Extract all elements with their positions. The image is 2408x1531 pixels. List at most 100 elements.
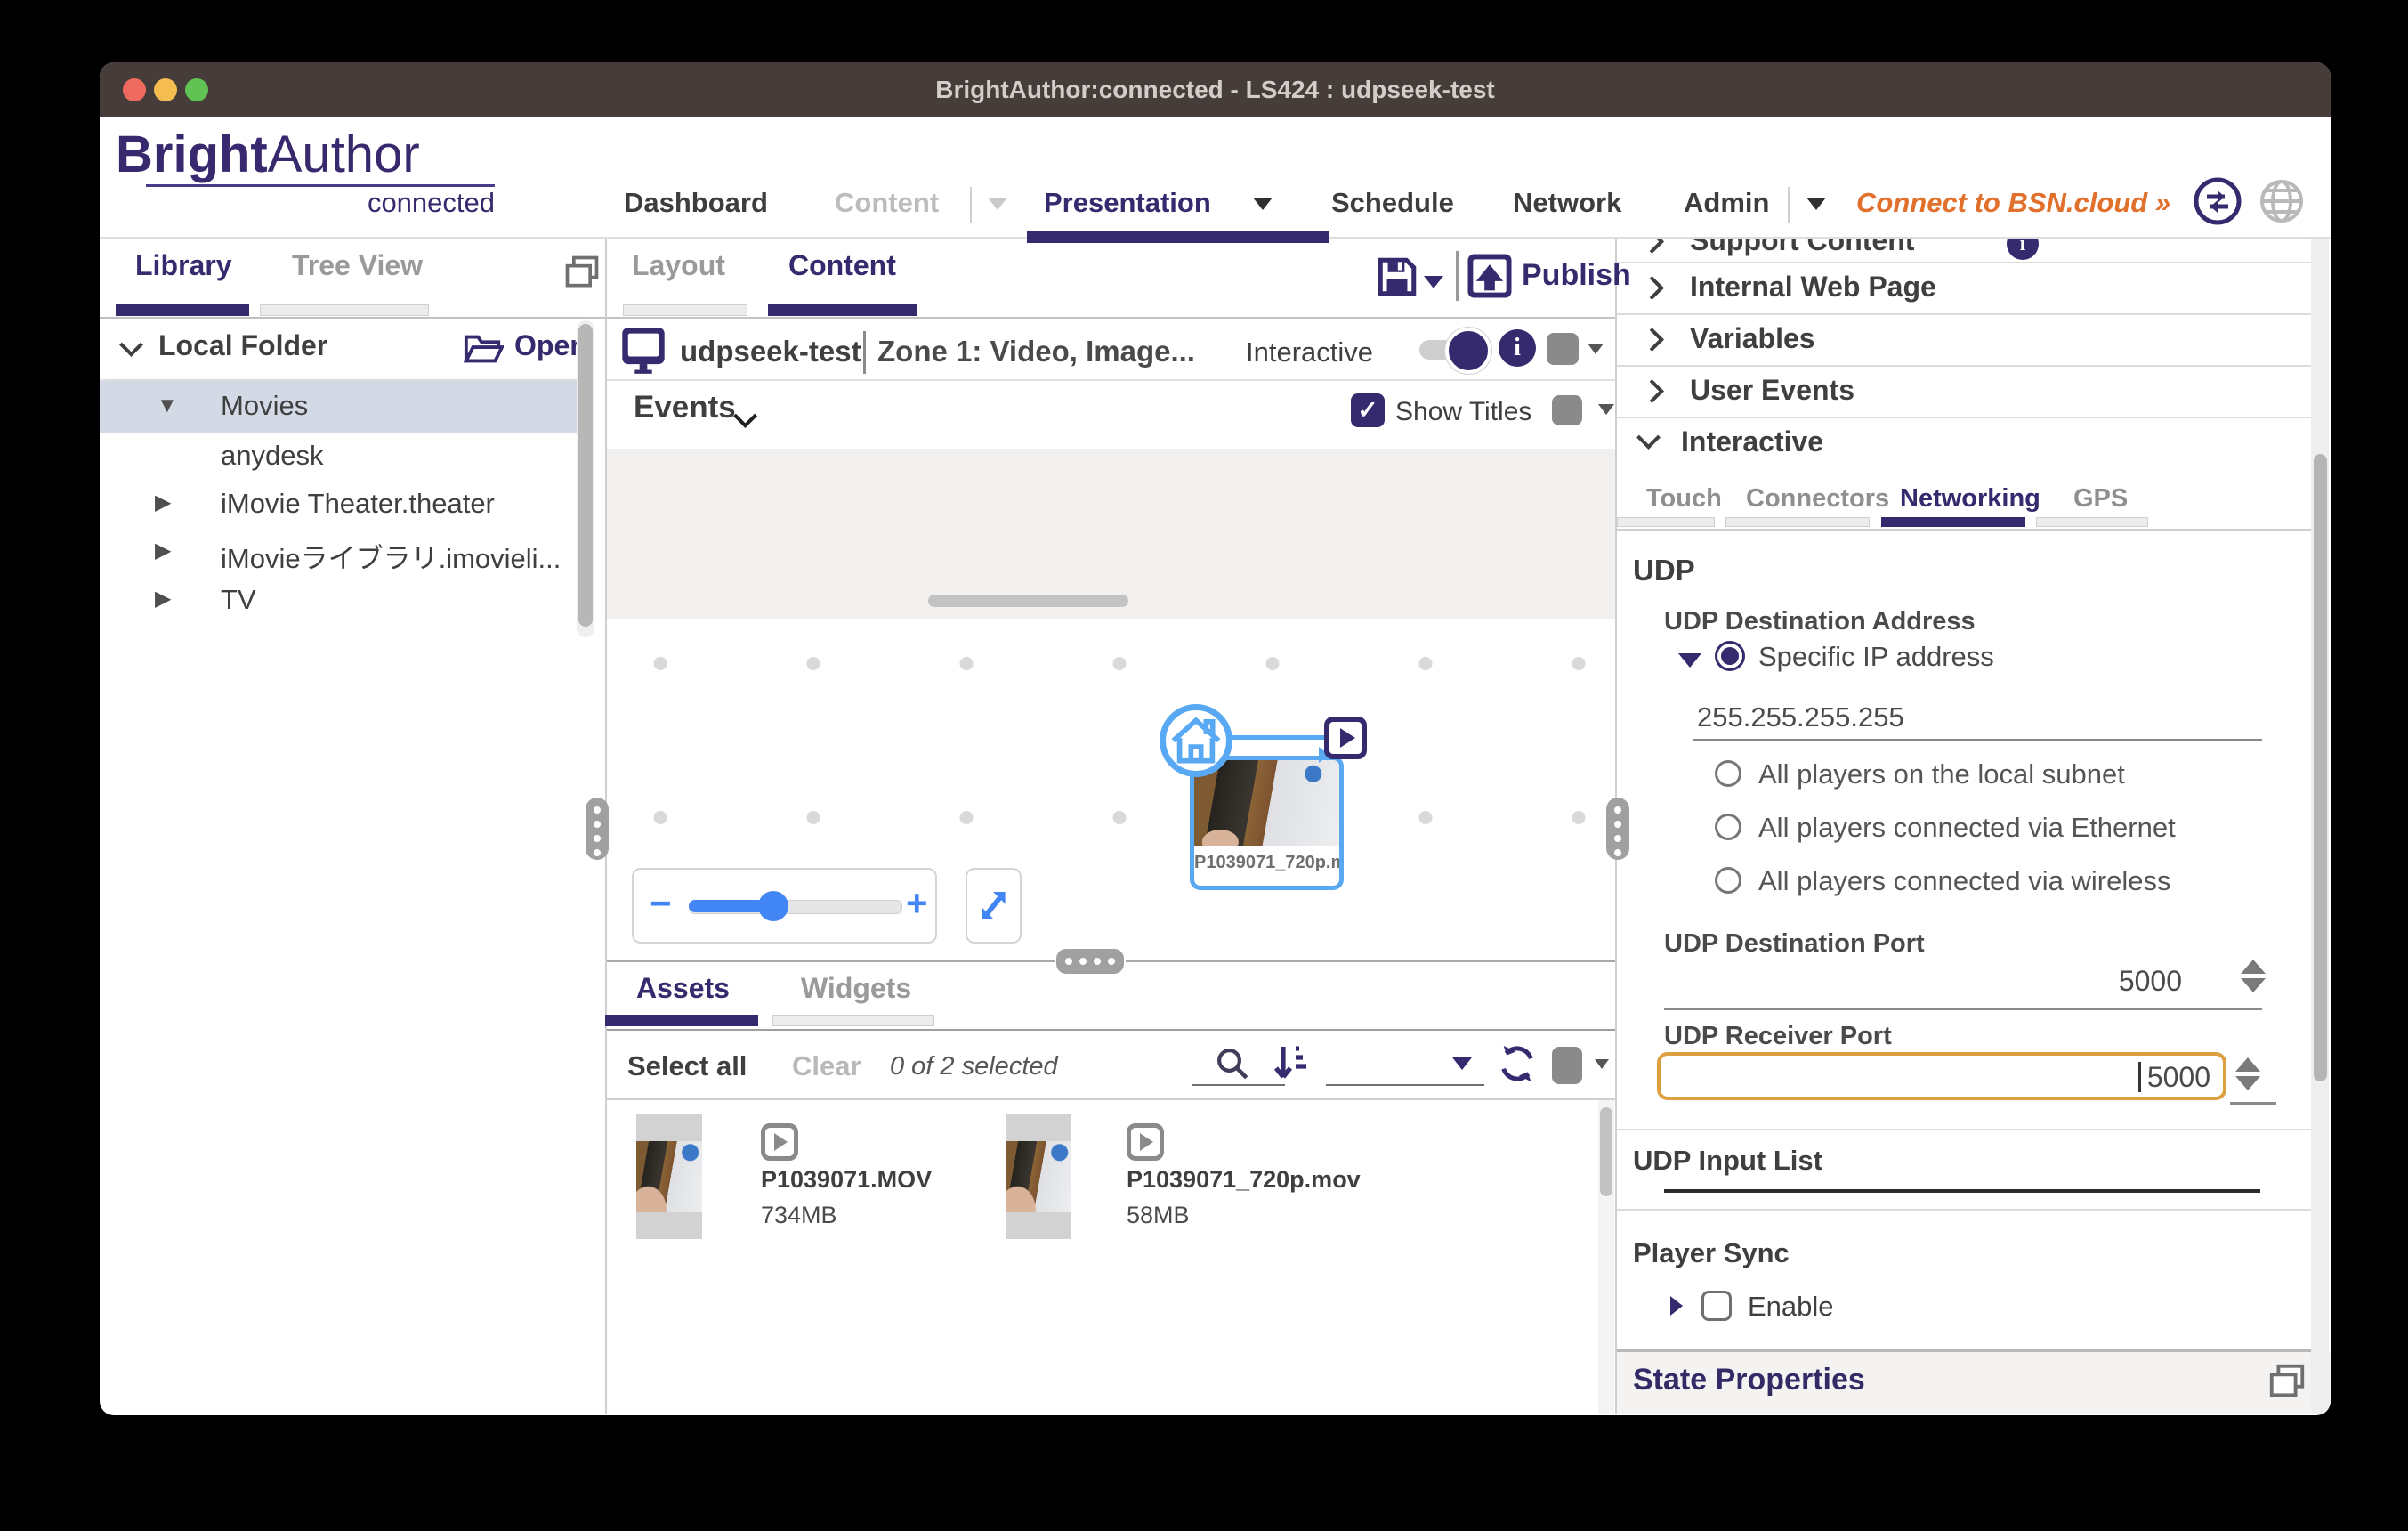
dest-port-stepper[interactable] [2241, 960, 2266, 992]
tree-collapse-icon[interactable]: ▶ [155, 490, 171, 515]
zone-dropdown-icon[interactable] [1588, 344, 1604, 354]
title-bar[interactable]: BrightAuthor:connected - LS424 : udpseek… [100, 62, 2331, 118]
tab-layout[interactable]: Layout [632, 249, 725, 282]
folder-open-icon[interactable] [463, 333, 504, 365]
events-hscrollbar-thumb[interactable] [928, 595, 1128, 607]
select-all-button[interactable]: Select all [627, 1050, 747, 1082]
tab-networking[interactable]: Networking [1900, 484, 2040, 514]
section-support-content[interactable]: Support Content i [1617, 239, 2311, 260]
nav-dashboard[interactable]: Dashboard [624, 182, 768, 224]
state-properties-bar[interactable]: State Properties [1617, 1352, 2331, 1414]
tree-row-imovie-theater[interactable]: ▶ iMovie Theater.theater [100, 481, 586, 529]
nav-schedule[interactable]: Schedule [1331, 182, 1454, 224]
filter-dropdown-icon[interactable] [1452, 1057, 1472, 1070]
search-input-underline[interactable] [1192, 1084, 1285, 1086]
radio-ethernet[interactable] [1715, 814, 1741, 840]
tab-touch[interactable]: Touch [1646, 484, 1722, 514]
tree-expand-icon[interactable]: ▼ [157, 393, 178, 418]
nav-network[interactable]: Network [1513, 182, 1621, 224]
udp-dest-port-input[interactable]: 5000 [2057, 965, 2182, 998]
titles-color-swatch[interactable] [1552, 395, 1582, 425]
recv-port-stepper[interactable] [2235, 1057, 2260, 1090]
tab-connectors[interactable]: Connectors [1746, 484, 1889, 514]
events-collapse-icon[interactable] [733, 404, 757, 428]
zoom-out-button[interactable]: − [650, 882, 672, 925]
fit-canvas-button[interactable] [966, 868, 1022, 944]
sort-icon[interactable] [1273, 1041, 1312, 1086]
globe-icon[interactable] [2259, 178, 2305, 224]
dest-addr-collapse-icon[interactable] [1678, 653, 1701, 668]
tree-row-imovie-library[interactable]: ▶ iMovieライブラリ.imovieli... [100, 529, 586, 577]
left-splitter-handle[interactable] [586, 798, 609, 860]
filter-select-underline[interactable] [1326, 1084, 1484, 1086]
sidebar-scrollbar-thumb[interactable] [578, 324, 593, 627]
media-node-card[interactable]: P1039071_720p.mov [1190, 756, 1344, 890]
local-folder-header[interactable]: Local Folder Open [100, 319, 586, 379]
nav-presentation[interactable]: Presentation [1044, 182, 1211, 224]
panel-layout-icon[interactable] [2267, 1361, 2307, 1402]
transfer-icon[interactable] [2193, 176, 2242, 226]
publish-icon[interactable] [1465, 251, 1515, 301]
search-icon[interactable] [1214, 1045, 1251, 1082]
section-internal-web-page[interactable]: Internal Web Page [1617, 263, 2311, 313]
content-dropdown-icon[interactable] [988, 198, 1007, 210]
home-node[interactable] [1160, 704, 1232, 777]
zone-color-swatch[interactable] [1547, 333, 1579, 365]
tab-content[interactable]: Content [788, 249, 896, 282]
view-dropdown-icon[interactable] [1595, 1059, 1609, 1069]
udp-ip-input[interactable]: 255.255.255.255 [1697, 701, 1904, 733]
player-sync-enable-checkbox[interactable] [1701, 1291, 1732, 1321]
asset-name[interactable]: P1039071_720p.mov [1127, 1166, 1361, 1194]
presentation-dropdown-icon[interactable] [1253, 198, 1273, 210]
tree-row-anydesk[interactable]: anydesk [100, 433, 586, 481]
tree-collapse-icon[interactable]: ▶ [155, 586, 171, 612]
clear-button[interactable]: Clear [792, 1050, 861, 1082]
view-mode-swatch[interactable] [1552, 1047, 1582, 1084]
zoom-slider-knob[interactable] [758, 891, 788, 921]
tab-assets[interactable]: Assets [636, 972, 730, 1005]
right-splitter-handle[interactable] [1606, 798, 1629, 860]
tab-library-underline [116, 304, 249, 316]
tab-library[interactable]: Library [135, 249, 231, 282]
assets-scrollbar-thumb[interactable] [1600, 1107, 1612, 1196]
udp-recv-port-input[interactable]: 5000 [1657, 1052, 2226, 1100]
nav-admin[interactable]: Admin [1684, 182, 1769, 224]
save-dropdown-icon[interactable] [1424, 276, 1443, 288]
tab-gps[interactable]: GPS [2073, 484, 2128, 514]
info-icon[interactable]: i [1499, 329, 1536, 367]
refresh-icon[interactable] [1497, 1043, 1538, 1084]
node-play-button[interactable] [1324, 717, 1367, 759]
tree-row-tv[interactable]: ▶ TV [100, 577, 586, 625]
asset-thumb-frame[interactable] [1006, 1114, 1071, 1239]
tab-tree-view[interactable]: Tree View [292, 249, 423, 282]
tree-row-movies[interactable]: ▼ Movies [100, 381, 586, 433]
interactive-toggle-knob[interactable] [1445, 328, 1491, 374]
section-interactive[interactable]: Interactive [1617, 418, 2311, 468]
titles-dropdown-icon[interactable] [1598, 404, 1614, 415]
nav-content[interactable]: Content [835, 182, 939, 224]
zone-label[interactable]: Zone 1: Video, Image... [877, 335, 1195, 369]
zoom-in-button[interactable]: + [906, 882, 928, 925]
local-folder-collapse-icon[interactable] [119, 333, 143, 357]
radio-wireless[interactable] [1715, 867, 1741, 894]
radio-specific-ip[interactable] [1715, 641, 1745, 671]
tree-collapse-icon[interactable]: ▶ [155, 538, 171, 563]
tab-widgets[interactable]: Widgets [801, 972, 911, 1005]
panel-layout-icon[interactable] [562, 253, 602, 292]
udp-input-list-field[interactable] [1664, 1189, 2260, 1193]
rightpanel-scrollbar-thumb[interactable] [2314, 454, 2327, 1081]
asset-thumb-frame[interactable] [636, 1114, 702, 1239]
assets-drag-handle[interactable] [1055, 947, 1126, 976]
radio-local-subnet[interactable] [1715, 760, 1741, 787]
player-sync-expand-icon[interactable] [1670, 1296, 1683, 1316]
publish-button[interactable]: Publish [1522, 258, 1631, 293]
save-icon[interactable] [1375, 255, 1419, 299]
interactive-canvas[interactable]: P1039071_720p.mov − + [607, 619, 1615, 961]
asset-name[interactable]: P1039071.MOV [761, 1166, 932, 1194]
show-titles-checkbox[interactable]: ✓ [1351, 393, 1385, 427]
info-icon[interactable]: i [2007, 239, 2039, 260]
section-variables[interactable]: Variables [1617, 315, 2311, 365]
section-user-events[interactable]: User Events [1617, 367, 2311, 417]
connect-bsn-link[interactable]: Connect to BSN.cloud » [1856, 182, 2170, 224]
admin-dropdown-icon[interactable] [1806, 198, 1826, 210]
